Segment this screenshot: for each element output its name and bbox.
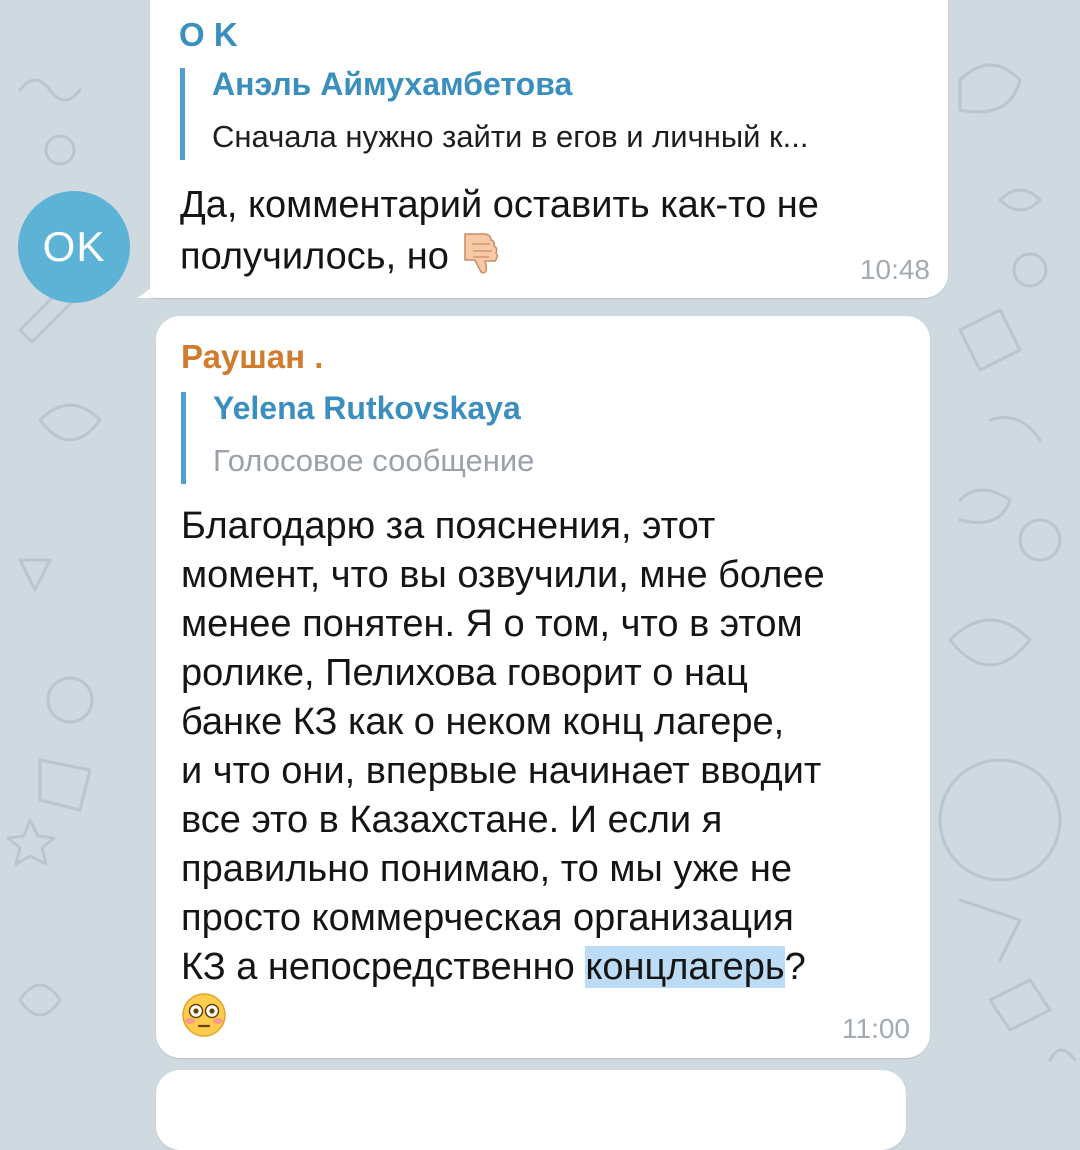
- message-line-text: ?: [784, 946, 806, 988]
- thumbs-down-icon: [459, 230, 499, 287]
- message-line: Благодарю за пояснения, этот: [181, 505, 716, 547]
- message-text: Да, комментарий оставить как-то не получ…: [180, 181, 920, 287]
- message-time: 10:48: [859, 254, 930, 285]
- reply-author: Yelena Rutkovskaya: [213, 390, 521, 426]
- message-line: правильно понимаю, то мы уже не: [181, 848, 793, 890]
- message-line: [181, 992, 901, 1051]
- sender-avatar[interactable]: OK: [18, 191, 130, 303]
- message-bubble[interactable]: O K Анэль Аймухамбетова Сначала нужно за…: [150, 0, 948, 298]
- message-text: Благодарю за пояснения, этот момент, что…: [181, 502, 901, 1051]
- message-bubble[interactable]: [156, 1070, 906, 1150]
- message-line: КЗ а непосредственно концлагерь?: [181, 943, 901, 992]
- message-line: банке КЗ как о неком конц лагере,: [181, 701, 785, 743]
- reply-preview[interactable]: Yelena Rutkovskaya Голосовое сообщение: [181, 390, 908, 484]
- message-line: момент, что вы озвучили, мне более: [181, 554, 825, 596]
- message-line: и что они, впервые начинает вводит: [181, 750, 822, 792]
- message-line-text: получилось, но: [180, 235, 449, 278]
- message-time: 11:00: [842, 1013, 910, 1044]
- avatar-initials: OK: [42, 223, 106, 270]
- message-line: ролике, Пелихова говорит о нац: [181, 652, 748, 694]
- sender-name[interactable]: O K: [179, 16, 238, 54]
- message-line: все это в Казахстане. И если я: [181, 799, 723, 841]
- message-line: получилось, но: [180, 230, 920, 287]
- message-line: Да, комментарий оставить как-то не: [180, 184, 819, 226]
- message-line-text: КЗ а непосредственно: [181, 946, 586, 988]
- sender-name[interactable]: Раушан .: [181, 338, 323, 376]
- message-bubble[interactable]: Раушан . Yelena Rutkovskaya Голосовое со…: [156, 316, 930, 1058]
- reply-text: Сначала нужно зайти в егов и личный к...: [212, 119, 809, 154]
- reply-text: Голосовое сообщение: [213, 443, 535, 478]
- reply-author: Анэль Аймухамбетова: [212, 66, 573, 102]
- selected-text[interactable]: концлагерь: [585, 946, 785, 988]
- reply-preview[interactable]: Анэль Аймухамбетова Сначала нужно зайти …: [180, 66, 957, 160]
- flushed-face-icon: [181, 992, 227, 1051]
- message-line: менее понятен. Я о том, что в этом: [181, 603, 803, 645]
- message-line: просто коммерческая организация: [181, 897, 794, 939]
